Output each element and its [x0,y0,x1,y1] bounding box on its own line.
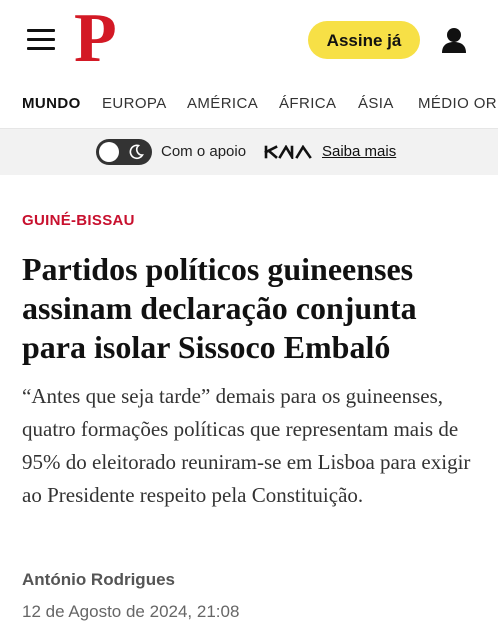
toggle-knob [99,142,119,162]
sponsor-text: Com o apoio [161,143,247,160]
article-headline: Partidos políticos guineenses assinam de… [22,251,417,365]
sponsor-bar: Com o apoio Saiba mais [0,129,498,175]
dark-mode-toggle[interactable] [96,139,152,165]
section-nav: MUNDO EUROPA AMÉRICA ÁFRICA ÁSIA MÉDIO O… [0,80,498,129]
nav-item-mundo[interactable]: MUNDO [22,80,81,128]
nav-item-europa[interactable]: EUROPA [102,80,167,128]
publish-date: 12 de Agosto de 2024, 21:08 [22,602,240,621]
nav-item-africa[interactable]: ÁFRICA [279,80,336,128]
moon-icon [129,144,144,160]
author-name[interactable]: António Rodrigues [22,570,175,590]
hamburger-menu-icon[interactable] [27,29,55,51]
user-icon[interactable] [440,26,468,54]
nav-item-asia[interactable]: ÁSIA [358,80,394,128]
nav-item-medio-oriente[interactable]: MÉDIO ORIENTE [418,80,498,128]
publico-logo[interactable]: P [74,4,134,74]
saiba-mais-link[interactable]: Saiba mais [322,129,396,175]
site-header: P Assine já [0,0,498,81]
section-label[interactable]: GUINÉ-BISSAU [22,212,135,229]
kia-logo [264,145,312,159]
subscribe-button[interactable]: Assine já [308,21,420,59]
article-lead: “Antes que seja tarde” demais para os gu… [22,384,471,507]
nav-item-america[interactable]: AMÉRICA [187,80,258,128]
